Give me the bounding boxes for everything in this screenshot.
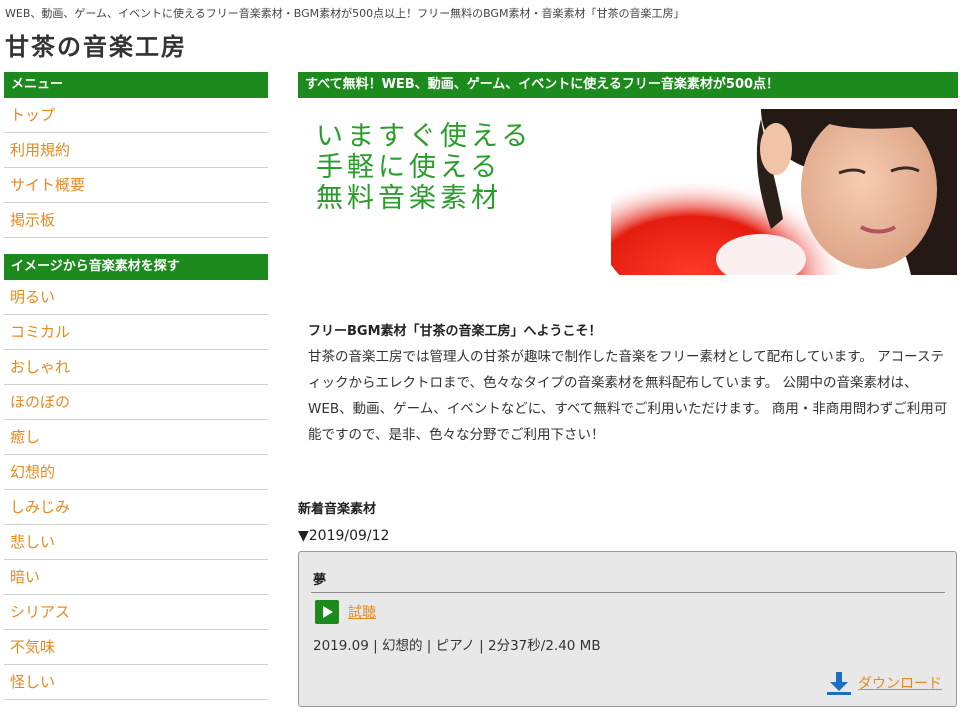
image-category-list: 明るい コミカル おしゃれ ほのぼの 癒し 幻想的 しみじみ 悲しい 暗い シリ… bbox=[4, 280, 268, 700]
category-item-comical[interactable]: コミカル bbox=[4, 315, 268, 350]
sidebar: メニュー トップ 利用規約 サイト概要 掲示板 イメージから音楽素材を探す 明る… bbox=[4, 72, 268, 700]
category-item-healing[interactable]: 癒し bbox=[4, 420, 268, 455]
hero-copy: いますぐ使える 手軽に使える 無料音楽素材 bbox=[316, 121, 532, 214]
site-tagline: WEB、動画、ゲーム、イベントに使えるフリー音楽素材・BGM素材が500点以上！… bbox=[5, 7, 685, 20]
menu-heading: メニュー bbox=[4, 72, 268, 98]
category-item-stylish[interactable]: おしゃれ bbox=[4, 350, 268, 385]
download-button[interactable]: ダウンロード bbox=[826, 670, 942, 696]
divider bbox=[311, 592, 945, 593]
menu-item-about[interactable]: サイト概要 bbox=[4, 168, 268, 203]
category-item-sad[interactable]: 悲しい bbox=[4, 525, 268, 560]
menu-item-top[interactable]: トップ bbox=[4, 98, 268, 133]
banner-heading: すべて無料！WEB、動画、ゲーム、イベントに使えるフリー音楽素材が500点！ bbox=[298, 72, 958, 98]
hero-banner: いますぐ使える 手軽に使える 無料音楽素材 bbox=[298, 109, 957, 275]
release-date: ▼2019/09/12 bbox=[298, 528, 390, 544]
image-search-heading: イメージから音楽素材を探す bbox=[4, 254, 268, 280]
welcome-text: 甘茶の音楽工房では管理人の甘茶が趣味で制作した音楽をフリー素材として配布していま… bbox=[308, 349, 948, 443]
hero-line: 手軽に使える bbox=[316, 152, 502, 183]
hero-photo bbox=[611, 109, 957, 275]
listen-link[interactable]: 試聴 bbox=[348, 602, 376, 622]
new-tracks-heading: 新着音楽素材 bbox=[298, 502, 377, 517]
main-content: すべて無料！WEB、動画、ゲーム、イベントに使えるフリー音楽素材が500点！ い… bbox=[298, 72, 958, 707]
welcome-title: フリーBGM素材「甘茶の音楽工房」へようこそ！ bbox=[308, 324, 602, 339]
play-icon[interactable] bbox=[315, 600, 339, 624]
category-item-heartwarming[interactable]: ほのぼの bbox=[4, 385, 268, 420]
category-item-dark[interactable]: 暗い bbox=[4, 560, 268, 595]
site-title[interactable]: 甘茶の音楽工房 bbox=[5, 27, 187, 62]
track-meta: 2019.09 | 幻想的 | ピアノ | 2分37秒/2.40 MB bbox=[313, 638, 601, 654]
category-item-suspicious[interactable]: 怪しい bbox=[4, 665, 268, 700]
track-card: 夢 試聴 2019.09 | 幻想的 | ピアノ | 2分37秒/2.40 MB… bbox=[298, 551, 957, 707]
menu-item-bbs[interactable]: 掲示板 bbox=[4, 203, 268, 238]
download-label[interactable]: ダウンロード bbox=[858, 673, 942, 693]
category-item-poignant[interactable]: しみじみ bbox=[4, 490, 268, 525]
category-item-serious[interactable]: シリアス bbox=[4, 595, 268, 630]
category-item-eerie[interactable]: 不気味 bbox=[4, 630, 268, 665]
category-item-bright[interactable]: 明るい bbox=[4, 280, 268, 315]
track-title: 夢 bbox=[313, 573, 327, 588]
category-item-fantasy[interactable]: 幻想的 bbox=[4, 455, 268, 490]
download-icon bbox=[827, 672, 851, 695]
menu-list: トップ 利用規約 サイト概要 掲示板 bbox=[4, 98, 268, 238]
hero-line: 無料音楽素材 bbox=[316, 183, 502, 214]
menu-item-terms[interactable]: 利用規約 bbox=[4, 133, 268, 168]
hero-line: いますぐ使える bbox=[316, 121, 533, 152]
